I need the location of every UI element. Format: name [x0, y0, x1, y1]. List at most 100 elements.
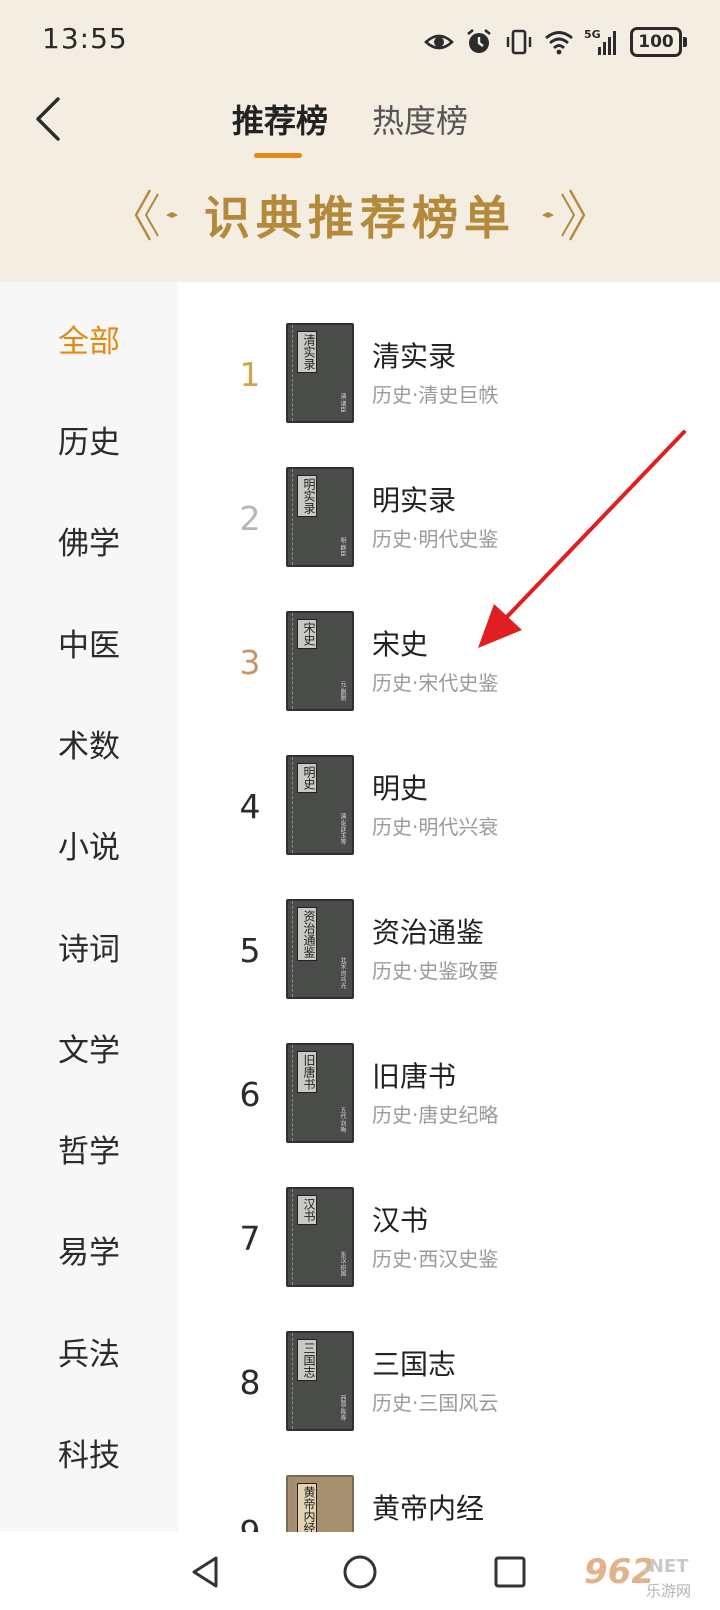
book-title: 旧唐书 — [372, 1060, 457, 1093]
sidebar-item-medicine[interactable]: 中医 — [0, 612, 178, 672]
cover-author: 明·群臣 — [339, 537, 346, 557]
network-label: 5G — [584, 28, 601, 41]
sidebar-item-label: 小说 — [58, 829, 120, 866]
sidebar-item-label: 历史 — [58, 424, 120, 461]
status-bar: 13:55 5G 100 — [0, 0, 720, 84]
nav-back-icon[interactable] — [186, 1552, 226, 1592]
book-cover: 黄帝内经 — [286, 1475, 354, 1532]
back-arrow-icon[interactable] — [30, 95, 70, 143]
status-icons: 5G 100 — [424, 24, 687, 60]
book-list-item[interactable]: 5 资治通鉴 北宋·司马光 资治通鉴 历史·史鉴政要 — [178, 899, 720, 1009]
rank-number: 5 — [239, 931, 261, 970]
book-subtitle: 历史·西汉史鉴 — [372, 1247, 499, 1271]
sidebar-item-fiction[interactable]: 小说 — [0, 814, 178, 874]
sidebar-item-label: 佛学 — [58, 525, 120, 562]
sidebar-item-military[interactable]: 兵法 — [0, 1321, 178, 1381]
tab-recommend[interactable]: 推荐榜 — [232, 96, 329, 158]
cover-author: 北宋·司马光 — [339, 957, 346, 989]
system-nav-bar: 962 .NET 乐游网 — [0, 1532, 720, 1610]
sidebar-item-poetry[interactable]: 诗词 — [0, 916, 178, 976]
rank-number: 2 — [239, 499, 261, 538]
book-title: 明实录 — [372, 484, 457, 517]
site-watermark: 962 .NET 乐游网 — [580, 1550, 714, 1606]
sidebar-item-label: 术数 — [58, 728, 120, 765]
rank-number: 7 — [239, 1219, 261, 1258]
status-time: 13:55 — [42, 22, 128, 55]
book-list-item[interactable]: 6 旧唐书 五代·刘昫 旧唐书 历史·唐史纪略 — [178, 1043, 720, 1153]
sidebar-item-yixue[interactable]: 易学 — [0, 1219, 178, 1279]
book-title: 资治通鉴 — [372, 916, 485, 949]
cover-author: 西晋·陈寿 — [339, 1395, 346, 1421]
cover-author: 清·张廷玉等 — [339, 813, 346, 845]
cover-title: 三国志 — [297, 1339, 317, 1381]
book-subtitle: 历史·明代兴衰 — [372, 815, 499, 839]
sidebar-item-divination[interactable]: 术数 — [0, 713, 178, 773]
book-list-item[interactable]: 4 明史 清·张廷玉等 明史 历史·明代兴衰 — [178, 755, 720, 865]
book-ranking-list: 1 清实录 清·诸臣 清实录 历史·清史巨帙 2 明实录 明·群臣 明实录 历史… — [178, 282, 720, 1532]
book-list-item[interactable]: 7 汉书 东汉·班固 汉书 历史·西汉史鉴 — [178, 1187, 720, 1297]
watermark-cn: 乐游网 — [646, 1582, 692, 1600]
book-subtitle: 历史·清史巨帙 — [372, 383, 499, 407]
book-subtitle: 历史·宋代史鉴 — [372, 671, 499, 695]
tab-recommend-label: 推荐榜 — [232, 102, 329, 140]
cover-author: 元·脱脱 — [339, 681, 346, 701]
cover-title: 黄帝内经 — [297, 1483, 317, 1532]
book-list-item[interactable]: 8 三国志 西晋·陈寿 三国志 历史·三国风云 — [178, 1331, 720, 1441]
rank-number: 8 — [239, 1363, 261, 1402]
book-list-item[interactable]: 3 宋史 元·脱脱 宋史 历史·宋代史鉴 — [178, 611, 720, 721]
rank-number: 9 — [226, 1513, 274, 1532]
cover-author: 东汉·班固 — [339, 1251, 346, 1277]
sidebar-item-history[interactable]: 历史 — [0, 409, 178, 469]
eye-icon — [424, 34, 454, 50]
sidebar-item-label: 易学 — [58, 1234, 120, 1271]
banner: 识典推荐榜单 — [0, 180, 720, 250]
sidebar-item-label: 文学 — [58, 1032, 120, 1069]
sidebar-item-label: 科技 — [58, 1437, 120, 1474]
watermark-suffix: .NET — [642, 1556, 689, 1577]
book-subtitle: 历史·唐史纪略 — [372, 1103, 499, 1127]
cover-title: 宋史 — [297, 619, 317, 649]
wifi-icon — [545, 31, 573, 55]
cover-author: 五代·刘昫 — [339, 1107, 346, 1133]
nav-recents-icon[interactable] — [490, 1552, 530, 1592]
nav-home-icon[interactable] — [340, 1552, 380, 1592]
tab-popularity[interactable]: 热度榜 — [372, 96, 468, 142]
sidebar-item-technology[interactable]: 科技 — [0, 1422, 178, 1482]
sidebar-item-label: 哲学 — [58, 1133, 120, 1170]
battery-level: 100 — [638, 32, 674, 52]
book-title: 汉书 — [372, 1204, 429, 1237]
book-title: 三国志 — [372, 1348, 457, 1381]
book-title: 明史 — [372, 772, 429, 805]
cover-title: 明史 — [297, 763, 317, 793]
cover-title: 旧唐书 — [297, 1051, 317, 1093]
active-tab-indicator — [254, 153, 302, 158]
sidebar-item-label: 诗词 — [58, 931, 120, 968]
sidebar-item-literature[interactable]: 文学 — [0, 1017, 178, 1077]
cover-author: 清·诸臣 — [339, 393, 346, 413]
battery-icon: 100 — [630, 27, 687, 57]
book-list-item[interactable]: 2 明实录 明·群臣 明实录 历史·明代史鉴 — [178, 467, 720, 577]
book-title: 清实录 — [372, 340, 457, 373]
sidebar-item-buddhism[interactable]: 佛学 — [0, 510, 178, 570]
book-list-item[interactable]: 1 清实录 清·诸臣 清实录 历史·清史巨帙 — [178, 323, 720, 433]
book-title: 宋史 — [372, 628, 429, 661]
sidebar-item-all[interactable]: 全部 — [0, 308, 178, 368]
banner-title: 识典推荐榜单 — [204, 191, 516, 245]
book-title: 黄帝内经 — [372, 1492, 485, 1525]
category-sidebar: 全部 历史 佛学 中医 术数 小说 诗词 文学 哲学 易学 兵法 科技 — [0, 282, 178, 1532]
book-cover: 三国志 西晋·陈寿 — [286, 1331, 354, 1431]
cover-title: 明实录 — [297, 475, 317, 517]
sidebar-item-philosophy[interactable]: 哲学 — [0, 1118, 178, 1178]
header: 13:55 5G 100 推荐榜 热度榜 识典推荐榜单 — [0, 0, 720, 282]
book-list-item[interactable]: 9 黄帝内经 黄帝内经 — [178, 1475, 720, 1532]
tab-popularity-label: 热度榜 — [372, 102, 469, 140]
book-cover: 宋史 元·脱脱 — [286, 611, 354, 711]
cover-title: 清实录 — [297, 331, 317, 373]
right-bracket-ornament-icon — [542, 189, 586, 241]
rank-number: 4 — [239, 787, 261, 826]
book-cover: 资治通鉴 北宋·司马光 — [286, 899, 354, 999]
sidebar-item-label: 全部 — [58, 323, 120, 360]
rank-number: 3 — [239, 643, 261, 682]
book-cover: 清实录 清·诸臣 — [286, 323, 354, 423]
book-subtitle: 历史·明代史鉴 — [372, 527, 499, 551]
